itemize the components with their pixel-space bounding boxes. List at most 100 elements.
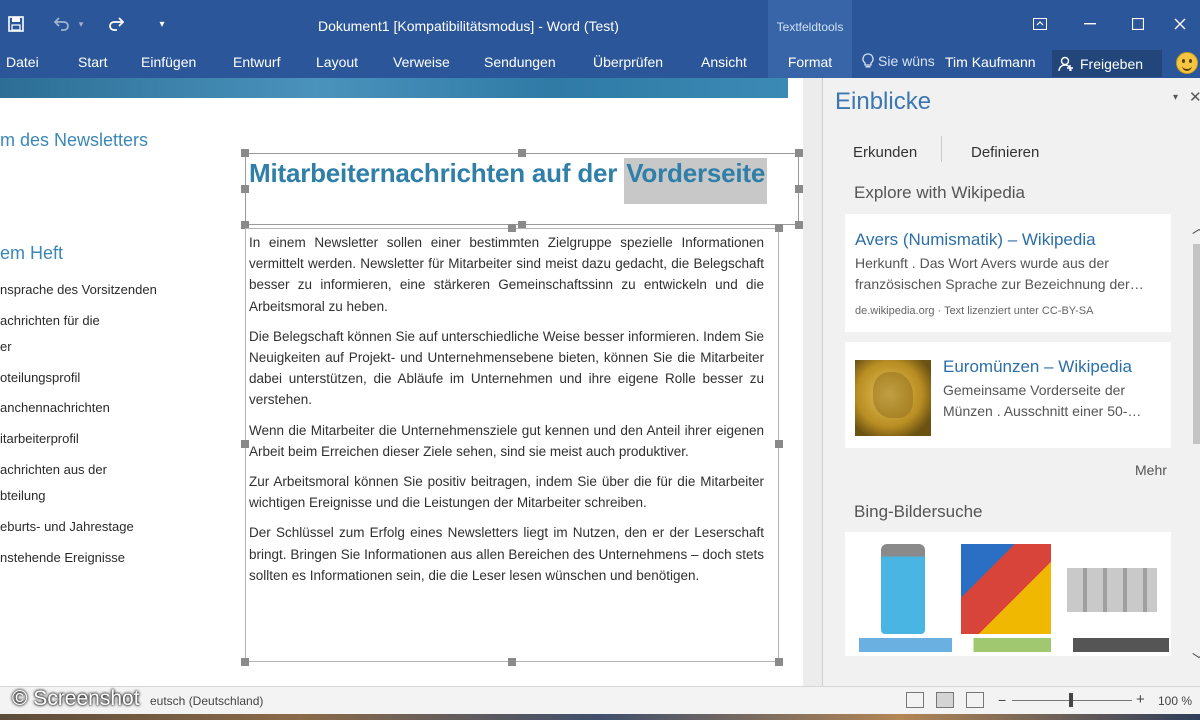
card-snippet: Herkunft . Das Wort Avers wurde aus der … — [855, 255, 1144, 292]
context-group-label: Textfeldtools — [768, 0, 852, 48]
close-icon[interactable] — [1158, 8, 1200, 40]
image-result-row[interactable] — [859, 638, 1169, 652]
toc-item: nstehende Ereignisse — [0, 550, 126, 565]
resize-handle[interactable] — [795, 221, 803, 229]
selected-text: Vorderseite — [624, 158, 768, 204]
resize-handle[interactable] — [775, 224, 783, 232]
print-layout-icon[interactable] — [936, 692, 954, 708]
resize-handle[interactable] — [508, 658, 516, 666]
wikipedia-card-avers[interactable]: Avers (Numismatik) – Wikipedia Herkunft … — [845, 214, 1171, 332]
tab-layout[interactable]: Layout — [316, 54, 358, 70]
scroll-down-icon[interactable]: ﹀ — [1192, 650, 1200, 670]
tab-ansicht[interactable]: Ansicht — [701, 54, 747, 70]
resize-handle[interactable] — [795, 149, 803, 157]
card-snippet: Gemeinsame Vorderseite der Münzen . Auss… — [943, 382, 1142, 419]
maximize-icon[interactable] — [1116, 8, 1160, 40]
image-results — [845, 532, 1171, 656]
wikipedia-card-euromuenzen[interactable]: Euromünzen – Wikipedia Gemeinsame Vorder… — [845, 342, 1171, 448]
window-title: Dokument1 [Kompatibilitätsmodus] - Word … — [318, 18, 619, 34]
section-heading-wikipedia: Explore with Wikipedia — [854, 183, 1026, 202]
tab-einfuegen[interactable]: Einfügen — [141, 54, 196, 70]
zoom-in-button[interactable]: + — [1136, 691, 1145, 708]
document-title[interactable]: Mitarbeiternachrichten auf der Vordersei… — [249, 158, 768, 204]
toc-item: achrichten aus der — [0, 462, 107, 477]
share-label: Freigeben — [1080, 55, 1144, 72]
undo-icon[interactable] — [52, 10, 72, 38]
page-gutter — [803, 78, 822, 686]
card-title[interactable]: Avers (Numismatik) – Wikipedia — [855, 230, 1096, 250]
status-bar: eutsch (Deutschland) © Screenshot − + 10… — [0, 686, 1200, 714]
smiley-feedback-icon[interactable] — [1176, 52, 1198, 74]
screenshot-watermark: © Screenshot — [12, 687, 140, 710]
tab-ueberpruefen[interactable]: Überprüfen — [593, 54, 663, 70]
undo-dropdown-icon[interactable]: ▾ — [76, 10, 86, 38]
save-icon[interactable] — [6, 10, 26, 38]
image-result-bottle[interactable] — [881, 544, 925, 634]
tab-datei[interactable]: Datei — [6, 54, 39, 70]
body-text[interactable]: In einem Newsletter sollen einer bestimm… — [249, 232, 764, 595]
web-layout-icon[interactable] — [966, 692, 984, 708]
toc-item: anchennachrichten — [0, 400, 110, 415]
zoom-level[interactable]: 100 % — [1158, 694, 1192, 708]
toc-item: oteilungsprofil — [0, 370, 81, 385]
pane-close-icon[interactable]: ✕ — [1189, 88, 1200, 106]
paragraph: In einem Newsletter sollen einer bestimm… — [249, 235, 764, 314]
title-bar: ▾ ▾ Dokument1 [Kompatibilitätsmodus] - W… — [0, 0, 1200, 48]
paragraph: Die Belegschaft können Sie auf unterschi… — [249, 328, 764, 408]
tab-definieren[interactable]: Definieren — [971, 144, 1039, 161]
ribbon-tabs: Datei Start Einfügen Entwurf Layout Verw… — [0, 48, 1200, 78]
ribbon-display-icon[interactable] — [1018, 8, 1062, 40]
pane-title: Einblicke — [835, 88, 932, 115]
person-icon — [1058, 56, 1073, 71]
resize-handle[interactable] — [775, 658, 783, 666]
insights-pane: Einblicke ▾ ✕ Erkunden Definieren Explor… — [822, 78, 1200, 686]
zoom-out-button[interactable]: − — [998, 692, 1006, 708]
resize-handle[interactable] — [775, 440, 783, 448]
toc-item: achrichten für die — [0, 313, 100, 328]
customize-icon[interactable]: ▾ — [154, 10, 170, 38]
sidebar-heading-newsletter: m des Newsletters — [0, 130, 149, 150]
zoom-slider-thumb[interactable] — [1069, 693, 1073, 707]
tab-entwurf[interactable]: Entwurf — [233, 54, 280, 70]
redo-icon[interactable] — [106, 10, 126, 38]
scroll-thumb[interactable] — [1193, 244, 1200, 444]
paragraph: Der Schlüssel zum Erfolg eines Newslette… — [249, 525, 764, 583]
toc-item: itarbeiterprofil — [0, 431, 79, 446]
share-button[interactable]: Freigeben — [1052, 50, 1162, 77]
resize-handle[interactable] — [241, 440, 249, 448]
scroll-up-icon[interactable]: ︿ — [1192, 218, 1200, 238]
tab-erkunden[interactable]: Erkunden — [853, 144, 917, 161]
language-indicator[interactable]: eutsch (Deutschland) — [150, 694, 263, 708]
image-result-box[interactable] — [961, 544, 1051, 634]
card-title[interactable]: Euromünzen – Wikipedia — [943, 357, 1132, 377]
more-link[interactable]: Mehr — [1135, 462, 1167, 478]
image-result-phones[interactable] — [1067, 568, 1157, 612]
header-banner-image — [0, 78, 788, 98]
tab-format[interactable]: Format — [768, 48, 852, 78]
toc-item: eburts- und Jahrestage — [0, 519, 134, 534]
minimize-icon[interactable] — [1068, 8, 1112, 40]
resize-handle[interactable] — [241, 658, 249, 666]
tell-me-box[interactable]: Sie wüns — [862, 53, 935, 69]
section-heading-bing: Bing-Bildersuche — [854, 502, 983, 521]
lightbulb-icon — [862, 53, 874, 68]
document-area: m des Newsletters em Heft nsprache des V… — [0, 78, 822, 686]
pane-scrollbar[interactable]: ︿ ﹀ — [1191, 218, 1200, 688]
document-page: m des Newsletters em Heft nsprache des V… — [0, 78, 803, 686]
resize-handle[interactable] — [518, 149, 526, 157]
toc-item: er — [0, 339, 12, 354]
resize-handle[interactable] — [241, 185, 249, 193]
pane-options-icon[interactable]: ▾ — [1173, 92, 1178, 103]
user-name[interactable]: Tim Kaufmann — [945, 54, 1036, 70]
tab-start[interactable]: Start — [78, 54, 108, 70]
resize-handle[interactable] — [241, 149, 249, 157]
tell-me-text: Sie wüns — [878, 53, 935, 69]
resize-handle[interactable] — [795, 185, 803, 193]
read-mode-icon[interactable] — [906, 692, 924, 708]
tab-verweise[interactable]: Verweise — [393, 54, 450, 70]
toc-item: bteilung — [0, 488, 46, 503]
tab-sendungen[interactable]: Sendungen — [484, 54, 556, 70]
title-text: Mitarbeiternachrichten auf der — [249, 158, 625, 188]
desktop-strip — [0, 714, 1200, 720]
resize-handle[interactable] — [508, 224, 516, 232]
